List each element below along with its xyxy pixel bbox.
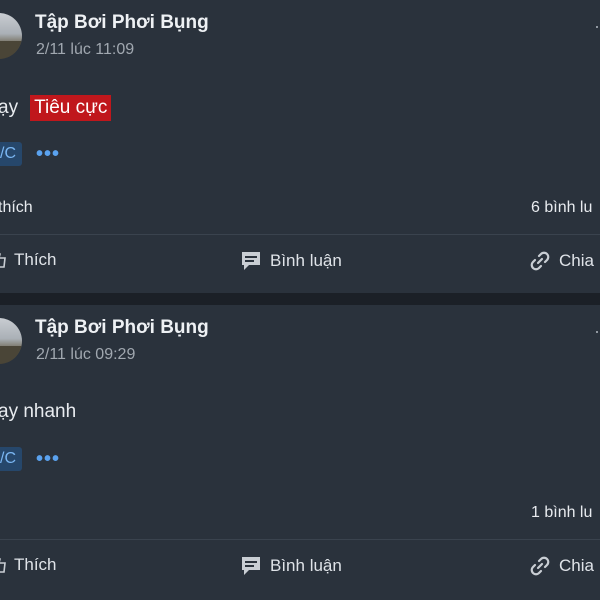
comment-button[interactable]: Bình luận bbox=[240, 555, 342, 577]
post-text: ạy nhanh bbox=[0, 401, 77, 422]
post-content: ạy nhanh bbox=[0, 401, 76, 423]
thumbs-up-icon bbox=[0, 251, 6, 269]
post-timestamp[interactable]: 2/11 lúc 09:29 bbox=[36, 346, 135, 364]
speech-bubble-icon bbox=[240, 250, 262, 272]
share-label: Chia bbox=[559, 556, 594, 575]
divider bbox=[0, 234, 600, 235]
comment-button[interactable]: Bình luận bbox=[240, 250, 342, 272]
more-options-icon[interactable]: ••• bbox=[36, 448, 60, 471]
author-name[interactable]: Tập Bơi Phơi Bụng bbox=[35, 12, 209, 34]
post-text: ạy bbox=[0, 97, 19, 118]
chain-link-icon bbox=[529, 555, 551, 577]
thumbs-up-icon bbox=[0, 556, 6, 574]
comment-count[interactable]: 1 bình lu bbox=[531, 504, 592, 522]
comment-label: Bình luận bbox=[270, 556, 342, 575]
avatar[interactable] bbox=[0, 13, 22, 59]
chain-link-icon bbox=[529, 250, 551, 272]
post-timestamp[interactable]: 2/11 lúc 11:09 bbox=[36, 41, 134, 59]
speech-bubble-icon bbox=[240, 555, 262, 577]
like-button[interactable]: Thích bbox=[0, 555, 57, 575]
post-options-icon[interactable]: · bbox=[594, 16, 600, 37]
comment-count[interactable]: 6 bình lu bbox=[531, 199, 592, 217]
post-card: Tập Bơi Phơi Bụng 2/11 lúc 11:09 · ạy Tiê… bbox=[0, 0, 600, 293]
post-card: Tập Bơi Phơi Bụng 2/11 lúc 09:29 · ạy nh… bbox=[0, 305, 600, 600]
like-label: Thích bbox=[14, 555, 57, 574]
category-chip[interactable]: /C bbox=[0, 447, 22, 471]
post-content: ạy Tiêu cực bbox=[0, 95, 112, 121]
post-options-icon[interactable]: · bbox=[594, 321, 600, 342]
like-summary[interactable]: thích bbox=[0, 199, 33, 217]
share-label: Chia bbox=[559, 251, 594, 270]
comment-label: Bình luận bbox=[270, 251, 342, 270]
more-options-icon[interactable]: ••• bbox=[36, 143, 60, 166]
share-button[interactable]: Chia bbox=[529, 250, 594, 272]
author-name[interactable]: Tập Bơi Phơi Bụng bbox=[35, 317, 209, 339]
share-button[interactable]: Chia bbox=[529, 555, 594, 577]
category-chip[interactable]: /C bbox=[0, 142, 22, 166]
avatar[interactable] bbox=[0, 318, 22, 364]
like-label: Thích bbox=[14, 250, 57, 269]
like-button[interactable]: Thích bbox=[0, 250, 57, 270]
sentiment-tag: Tiêu cực bbox=[30, 95, 112, 121]
divider bbox=[0, 539, 600, 540]
